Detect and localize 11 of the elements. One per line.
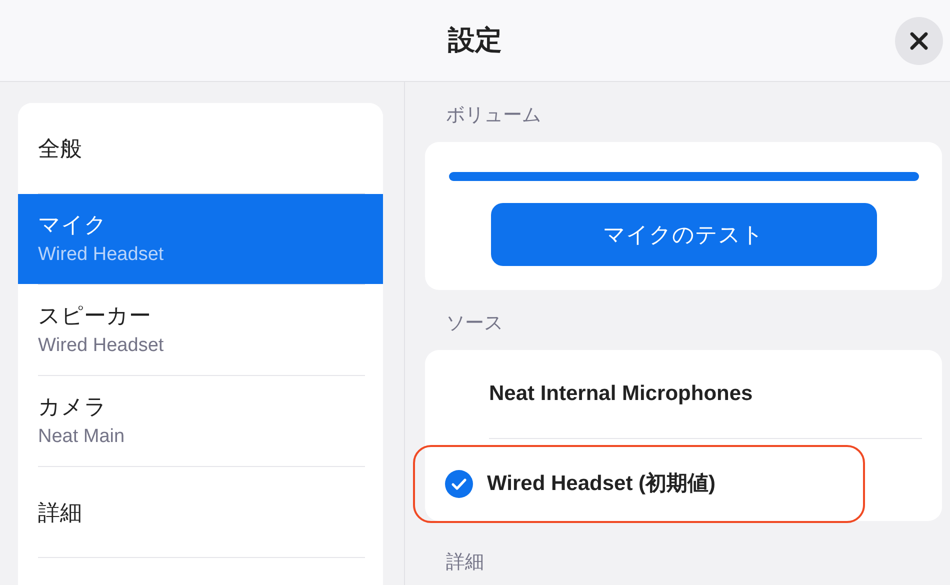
check-icon	[445, 470, 473, 498]
sidebar-item[interactable]: マイク Wired Headset	[18, 194, 383, 284]
section-label: ボリューム	[446, 105, 541, 126]
section-label: 詳細	[446, 552, 484, 573]
section-label: ソース	[446, 313, 503, 334]
close-button[interactable]	[895, 17, 943, 65]
source-option[interactable]: Neat Internal Microphones	[425, 350, 942, 438]
dialog-title: 設定	[448, 24, 502, 58]
close-icon	[909, 31, 929, 51]
source-option[interactable]: Wired Headset (初期値)	[415, 447, 863, 521]
test-mic-button[interactable]: マイクのテスト	[490, 203, 876, 266]
